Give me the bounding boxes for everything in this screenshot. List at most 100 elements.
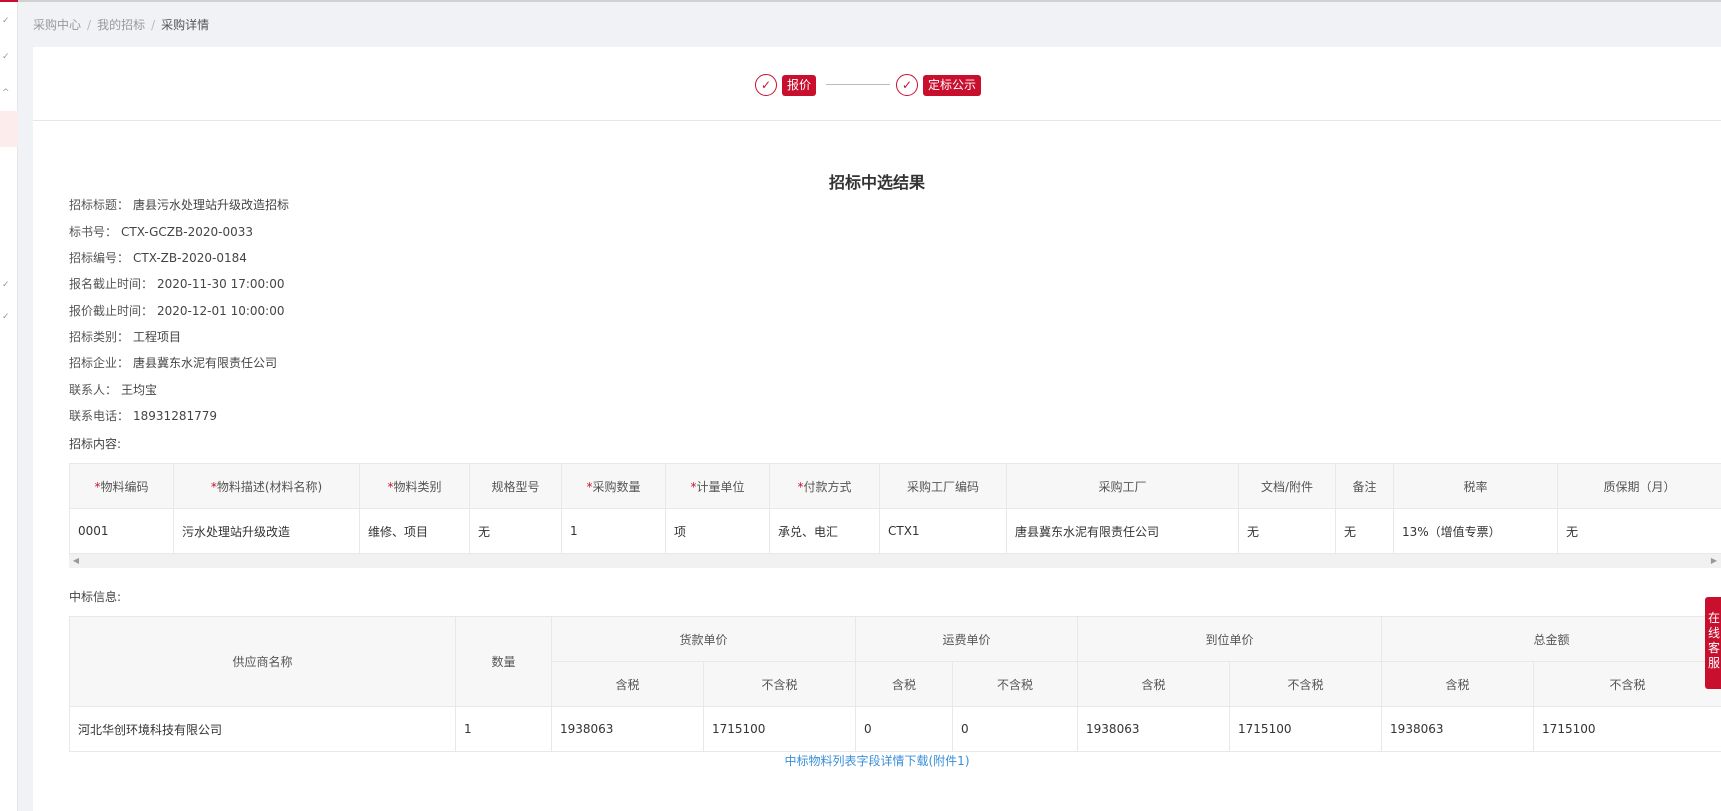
check-circle-icon: ✓ bbox=[755, 74, 777, 96]
column-header: 含税 bbox=[1381, 661, 1535, 707]
info-value: 王均宝 bbox=[121, 383, 158, 397]
scroll-left-icon[interactable]: ◀ bbox=[69, 554, 83, 568]
info-key: 联系人： bbox=[69, 383, 118, 397]
chevron-down-icon[interactable]: ✓ bbox=[2, 52, 12, 62]
column-header: 采购工厂编码 bbox=[879, 463, 1007, 509]
info-key: 报名截止时间： bbox=[69, 277, 154, 291]
top-border bbox=[0, 0, 1721, 2]
info-contact: 联系人： 王均宝 bbox=[69, 382, 157, 398]
column-group-header: 到位单价 bbox=[1077, 616, 1383, 662]
table-cell: 项 bbox=[665, 508, 770, 554]
table-cell: 1 bbox=[561, 508, 666, 554]
column-header: *物料编码 bbox=[69, 463, 174, 509]
table-cell: 唐县冀东水泥有限责任公司 bbox=[1006, 508, 1239, 554]
online-service-button[interactable]: 在线客服 bbox=[1705, 597, 1721, 689]
table-cell: 0 bbox=[855, 706, 954, 752]
table-cell: 1715100 bbox=[702, 706, 857, 752]
page-title: 招标中选结果 bbox=[828, 173, 925, 192]
chevron-down-icon[interactable]: ✓ bbox=[2, 16, 12, 26]
column-header: *计量单位 bbox=[665, 463, 770, 509]
scroll-right-icon[interactable]: ▶ bbox=[1707, 554, 1721, 568]
table-cell: 1715100 bbox=[1229, 706, 1383, 752]
table-cell: 维修、项目 bbox=[359, 508, 470, 554]
info-key: 招标类别： bbox=[69, 330, 130, 344]
info-quote-deadline: 报价截止时间： 2020-12-01 10:00:00 bbox=[69, 303, 284, 319]
chevron-down-icon[interactable]: ✓ bbox=[2, 280, 12, 290]
column-header: 税率 bbox=[1393, 463, 1558, 509]
table-cell: 无 bbox=[1335, 508, 1394, 554]
content-section-label: 招标内容: bbox=[69, 437, 122, 451]
step-quote: ✓ 报价 bbox=[755, 74, 817, 96]
table-cell: 承兑、电汇 bbox=[769, 508, 880, 554]
breadcrumb-separator: / bbox=[151, 18, 156, 32]
breadcrumb-current: 采购详情 bbox=[161, 18, 210, 32]
info-key: 标书号： bbox=[69, 225, 118, 239]
column-group-header: 运费单价 bbox=[855, 616, 1079, 662]
table-cell: 13%（增值专票） bbox=[1393, 508, 1558, 554]
table-cell: 1715100 bbox=[1533, 706, 1721, 752]
column-header: 含税 bbox=[551, 661, 704, 707]
table-cell: 无 bbox=[1557, 508, 1721, 554]
column-header: 规格型号 bbox=[469, 463, 562, 509]
sidebar-active-item[interactable] bbox=[0, 111, 18, 147]
info-tender-doc-no: 标书号： CTX-GCZB-2020-0033 bbox=[69, 224, 253, 240]
left-sidebar: ✓ ✓ ^ ✓ ✓ bbox=[0, 2, 18, 811]
chevron-up-icon[interactable]: ^ bbox=[2, 88, 12, 98]
column-header: 不含税 bbox=[1229, 661, 1383, 707]
horizontal-scrollbar[interactable]: ◀ ▶ bbox=[69, 554, 1721, 568]
table-cell: CTX1 bbox=[879, 508, 1007, 554]
download-attachment-link[interactable]: 中标物料列表字段详情下载(附件1) bbox=[33, 752, 1721, 769]
info-value: 2020-11-30 17:00:00 bbox=[157, 277, 285, 291]
award-info-table: 供应商名称 数量 货款单价 运费单价 到位单价 总金额 含税 不含税 含税 不含… bbox=[69, 616, 1721, 752]
step-label: 定标公示 bbox=[923, 74, 982, 96]
check-circle-icon: ✓ bbox=[896, 74, 918, 96]
supplier-name-cell: 河北华创环境科技有限公司 bbox=[69, 706, 456, 752]
table-cell: 1938063 bbox=[1077, 706, 1231, 752]
breadcrumb-item[interactable]: 我的招标 bbox=[97, 18, 145, 32]
column-header: *采购数量 bbox=[561, 463, 666, 509]
info-signup-deadline: 报名截止时间： 2020-11-30 17:00:00 bbox=[69, 276, 284, 292]
info-key: 报价截止时间： bbox=[69, 304, 154, 318]
info-value: CTX-ZB-2020-0184 bbox=[133, 251, 247, 265]
info-bid-no: 招标编号： CTX-ZB-2020-0184 bbox=[69, 250, 247, 266]
column-header: 采购工厂 bbox=[1006, 463, 1239, 509]
column-header: 备注 bbox=[1335, 463, 1394, 509]
chevron-down-icon[interactable]: ✓ bbox=[2, 312, 12, 322]
table-row: 河北华创环境科技有限公司 1 1938063 1715100 0 0 19380… bbox=[69, 706, 1721, 752]
info-value: 18931281779 bbox=[133, 409, 217, 423]
breadcrumb-item[interactable]: 采购中心 bbox=[33, 18, 81, 32]
table-cell: 无 bbox=[469, 508, 562, 554]
info-bid-company: 招标企业： 唐县冀东水泥有限责任公司 bbox=[69, 355, 277, 371]
column-header: 数量 bbox=[455, 616, 552, 707]
table-cell: 0001 bbox=[69, 508, 174, 554]
column-header: 不含税 bbox=[702, 661, 857, 707]
column-header: 质保期（月） bbox=[1557, 463, 1721, 509]
table-cell: 1938063 bbox=[551, 706, 704, 752]
step-award-notice: ✓ 定标公示 bbox=[896, 74, 982, 96]
progress-steps: ✓ 报价 ✓ 定标公示 bbox=[33, 47, 1721, 121]
column-header: 不含税 bbox=[952, 661, 1079, 707]
column-header: 不含税 bbox=[1533, 661, 1721, 707]
main-content: ✓ 报价 ✓ 定标公示 招标中选结果 招标标题： 唐县污水处理站升级改造招标 标书… bbox=[33, 47, 1721, 811]
column-header: 含税 bbox=[1077, 661, 1231, 707]
column-header: 文档/附件 bbox=[1238, 463, 1336, 509]
info-value: 唐县冀东水泥有限责任公司 bbox=[133, 356, 278, 370]
info-key: 联系电话： bbox=[69, 409, 130, 423]
info-value: 工程项目 bbox=[133, 330, 182, 344]
win-section-label: 中标信息: bbox=[69, 590, 122, 604]
table-row: 0001 污水处理站升级改造 维修、项目 无 1 项 承兑、电汇 CTX1 唐县… bbox=[69, 508, 1721, 554]
info-value: 2020-12-01 10:00:00 bbox=[157, 304, 285, 318]
table-cell: 0 bbox=[952, 706, 1079, 752]
table-header-row: 供应商名称 数量 货款单价 运费单价 到位单价 总金额 bbox=[69, 616, 1721, 707]
column-header: *物料类别 bbox=[359, 463, 470, 509]
column-header: 含税 bbox=[855, 661, 954, 707]
bid-content-table: *物料编码 *物料描述(材料名称) *物料类别 规格型号 *采购数量 *计量单位… bbox=[69, 463, 1721, 554]
info-phone: 联系电话： 18931281779 bbox=[69, 408, 217, 424]
column-header: 供应商名称 bbox=[69, 616, 456, 707]
step-connector bbox=[826, 84, 890, 85]
quantity-cell: 1 bbox=[455, 706, 552, 752]
table-cell: 无 bbox=[1238, 508, 1336, 554]
table-header-row: *物料编码 *物料描述(材料名称) *物料类别 规格型号 *采购数量 *计量单位… bbox=[69, 463, 1721, 509]
table-cell: 1938063 bbox=[1381, 706, 1535, 752]
info-value: 唐县污水处理站升级改造招标 bbox=[133, 198, 290, 212]
